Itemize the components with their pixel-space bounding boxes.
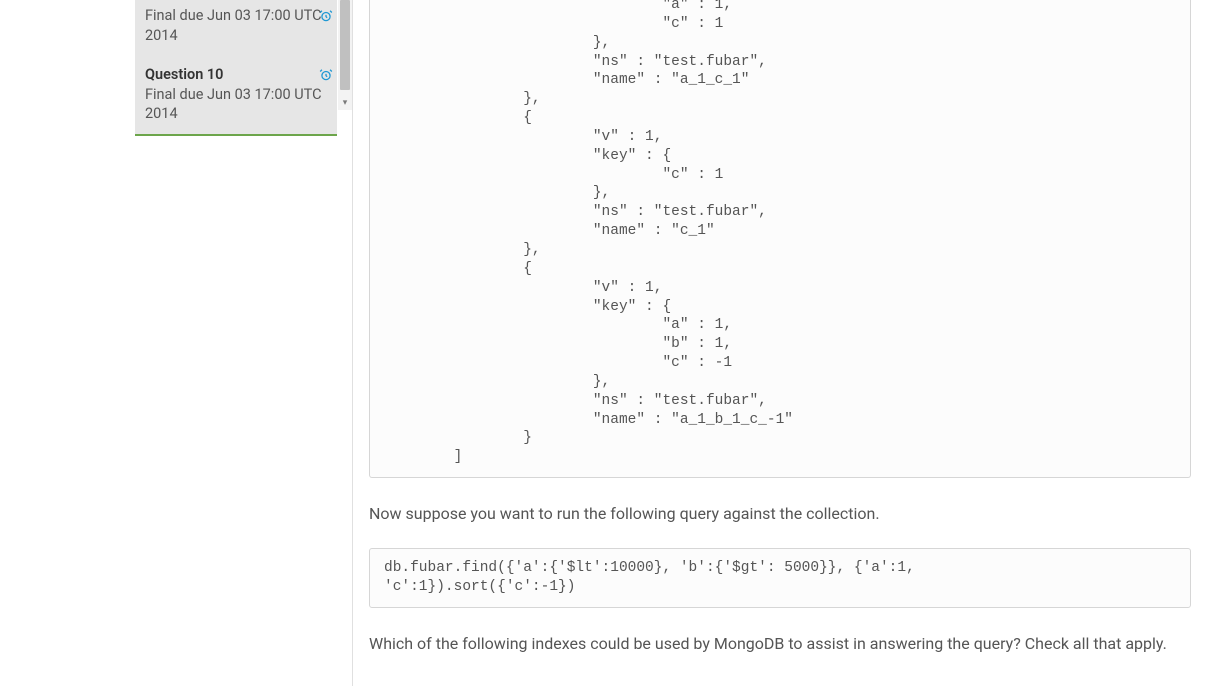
code-block-indexes: "a" : 1, "c" : 1 }, "ns" : "test.fubar",… bbox=[369, 0, 1191, 478]
paragraph: Now suppose you want to run the followin… bbox=[369, 502, 1191, 526]
sidebar: Final due Jun 03 17:00 UTC 2014 Question… bbox=[0, 0, 353, 686]
sidebar-item-question[interactable]: Final due Jun 03 17:00 UTC 2014 bbox=[135, 0, 337, 55]
question-due: Final due Jun 03 17:00 UTC 2014 bbox=[145, 6, 327, 45]
main-content: "a" : 1, "c" : 1 }, "ns" : "test.fubar",… bbox=[353, 0, 1207, 686]
scrollbar[interactable]: ▾ bbox=[338, 0, 352, 110]
code-block-query: db.fubar.find({'a':{'$lt':10000}, 'b':{'… bbox=[369, 548, 1191, 608]
scroll-down-icon[interactable]: ▾ bbox=[338, 96, 352, 110]
paragraph: Which of the following indexes could be … bbox=[369, 632, 1191, 656]
question-due: Final due Jun 03 17:00 UTC 2014 bbox=[145, 85, 327, 124]
question-title: Question 10 bbox=[145, 65, 327, 85]
sidebar-item-question[interactable]: Question 10 Final due Jun 03 17:00 UTC 2… bbox=[135, 59, 337, 134]
scrollbar-thumb[interactable] bbox=[340, 0, 350, 90]
alarm-icon bbox=[319, 8, 333, 28]
answer-row: _id_ bbox=[369, 678, 1191, 686]
alarm-icon bbox=[319, 67, 333, 87]
